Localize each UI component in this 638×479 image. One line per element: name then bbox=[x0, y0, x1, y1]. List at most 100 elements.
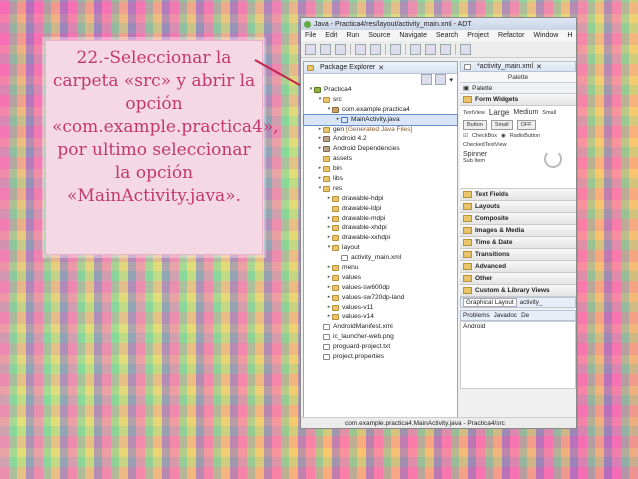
tree-item[interactable]: AndroidManifest.xml bbox=[304, 322, 457, 332]
folder-icon bbox=[332, 205, 339, 212]
palette-category[interactable]: Time & Date bbox=[460, 237, 576, 249]
tree-item-label: res bbox=[333, 184, 343, 192]
tree-item[interactable]: ▸ menu bbox=[304, 263, 457, 273]
tree-item[interactable]: ▾ Practica4 bbox=[304, 85, 457, 95]
tree-item[interactable]: ▸ Android 4.2 bbox=[304, 134, 457, 144]
tree-item[interactable]: ▾ src bbox=[304, 95, 457, 105]
palette-category[interactable]: Other bbox=[460, 273, 576, 285]
tree-item[interactable]: drawable-ldpi bbox=[304, 204, 457, 214]
tree-item[interactable]: ▸ MainActivity.java bbox=[303, 113, 458, 126]
widget-toggle[interactable]: OFF bbox=[516, 120, 536, 130]
tree-item[interactable]: ▸ values-v11 bbox=[304, 303, 457, 313]
menu-search[interactable]: Search bbox=[436, 32, 458, 39]
tab-problems[interactable]: Problems bbox=[463, 312, 490, 319]
open-type-icon[interactable] bbox=[460, 43, 471, 55]
tree-item-label: drawable-ldpi bbox=[342, 204, 382, 212]
palette-category[interactable]: Custom & Library Views bbox=[460, 285, 576, 297]
palette-bar[interactable]: ▣ Palette bbox=[460, 83, 576, 94]
close-icon[interactable]: ✕ bbox=[378, 64, 384, 72]
widget-textview[interactable]: TextView bbox=[463, 110, 485, 116]
tree-item-label: assets bbox=[333, 155, 353, 163]
views-tabs: Problems Javadoc De bbox=[460, 310, 576, 321]
new-icon[interactable] bbox=[305, 43, 316, 55]
tree-item[interactable]: activity_main.xml bbox=[304, 253, 457, 263]
tree-item[interactable]: ▸ drawable-mdpi bbox=[304, 214, 457, 224]
view-menu-icon[interactable]: ▾ bbox=[449, 76, 453, 84]
link-editor-icon[interactable] bbox=[435, 74, 447, 85]
menu-project[interactable]: Project bbox=[467, 32, 489, 39]
editor-tab-label: *activity_main.xml bbox=[477, 63, 534, 70]
tree-item[interactable]: ▾ layout bbox=[304, 243, 457, 253]
status-text: com.example.practica4.MainActivity.java … bbox=[345, 419, 505, 427]
debug-icon[interactable] bbox=[410, 43, 421, 55]
tree-item-label: project.properties bbox=[333, 353, 384, 361]
tree-item[interactable]: ▸ libs bbox=[304, 174, 457, 184]
menu-file[interactable]: File bbox=[305, 32, 316, 39]
menu-window[interactable]: Window bbox=[533, 32, 558, 39]
tree-item[interactable]: ▸ gen [Generated Java Files] bbox=[304, 125, 457, 135]
tree-item[interactable]: ▸ Android Dependencies bbox=[304, 144, 457, 154]
widget-medium[interactable]: Medium bbox=[513, 109, 538, 116]
widget-small[interactable]: Small bbox=[542, 110, 556, 116]
save-all-icon[interactable] bbox=[335, 43, 346, 55]
tab-javadoc[interactable]: Javadoc bbox=[494, 312, 517, 319]
palette-category[interactable]: Text Fields bbox=[460, 189, 576, 201]
menu-refactor[interactable]: Refactor bbox=[498, 32, 524, 39]
tree-item[interactable]: ic_launcher-web.png bbox=[304, 332, 457, 342]
folder-icon bbox=[463, 96, 472, 103]
category-form-widgets[interactable]: Form Widgets bbox=[460, 94, 576, 106]
tree-item[interactable]: project.properties bbox=[304, 352, 457, 362]
widget-small-button[interactable]: Small bbox=[490, 120, 513, 130]
tab-graphical-layout[interactable]: Graphical Layout bbox=[463, 298, 517, 307]
progress-spinner-icon[interactable] bbox=[544, 150, 562, 168]
widget-checked-textview[interactable]: CheckedTextView bbox=[463, 142, 507, 148]
android-sdk-icon[interactable] bbox=[355, 43, 366, 55]
tab-xml-source[interactable]: activity_ bbox=[520, 299, 543, 306]
tab-declaration[interactable]: De bbox=[521, 312, 529, 319]
close-icon[interactable]: ✕ bbox=[536, 63, 542, 71]
external-tools-icon[interactable] bbox=[440, 43, 451, 55]
folder-icon bbox=[332, 264, 339, 271]
folder-icon bbox=[323, 175, 330, 182]
lint-icon[interactable] bbox=[390, 43, 401, 55]
palette-category[interactable]: Advanced bbox=[460, 261, 576, 273]
palette-category[interactable]: Layouts bbox=[460, 201, 576, 213]
palette-category[interactable]: Composite bbox=[460, 213, 576, 225]
widget-button[interactable]: Button bbox=[463, 120, 487, 130]
widget-large[interactable]: Large bbox=[489, 108, 509, 117]
file-icon bbox=[341, 255, 348, 262]
folder-icon bbox=[323, 166, 330, 173]
tree-item[interactable]: ▸ drawable-xhdpi bbox=[304, 223, 457, 233]
palette-category[interactable]: Transitions bbox=[460, 249, 576, 261]
tree-item-label: values-v11 bbox=[342, 303, 374, 311]
tree-item[interactable]: ▾ res bbox=[304, 184, 457, 194]
avd-manager-icon[interactable] bbox=[370, 43, 381, 55]
tree-item[interactable]: ▸ drawable-xxhdpi bbox=[304, 233, 457, 243]
tree-item[interactable]: ▸ bin bbox=[304, 164, 457, 174]
package-explorer-tab[interactable]: Package Explorer ✕ bbox=[304, 62, 457, 74]
palette-category[interactable]: Images & Media bbox=[460, 225, 576, 237]
editor-tab[interactable]: *activity_main.xml ✕ bbox=[460, 61, 576, 72]
widget-spinner[interactable]: Spinner bbox=[463, 151, 487, 158]
tree-item[interactable]: ▸ values-v14 bbox=[304, 312, 457, 322]
menu-source[interactable]: Source bbox=[368, 32, 390, 39]
tree-item[interactable]: ▸ drawable-hdpi bbox=[304, 194, 457, 204]
menu-navigate[interactable]: Navigate bbox=[399, 32, 427, 39]
tree-item[interactable]: ▸ values bbox=[304, 273, 457, 283]
package-explorer-label: Package Explorer bbox=[320, 64, 376, 71]
menu-run[interactable]: Run bbox=[346, 32, 359, 39]
folder-icon bbox=[463, 275, 472, 282]
console-panel: Android bbox=[460, 321, 576, 389]
save-icon[interactable] bbox=[320, 43, 331, 55]
tree-item[interactable]: proguard-project.txt bbox=[304, 342, 457, 352]
tree-item[interactable]: assets bbox=[304, 154, 457, 164]
tree-item[interactable]: ▾ com.example.practica4 bbox=[304, 105, 457, 115]
run-icon[interactable] bbox=[425, 43, 436, 55]
collapse-all-icon[interactable] bbox=[421, 74, 433, 85]
menu-help[interactable]: H bbox=[567, 32, 572, 39]
widget-checkbox[interactable]: CheckBox bbox=[472, 133, 497, 139]
tree-item[interactable]: ▸ values-sw720dp-land bbox=[304, 293, 457, 303]
widget-radio[interactable]: RadioButton bbox=[510, 133, 540, 139]
tree-item[interactable]: ▸ values-sw600dp bbox=[304, 283, 457, 293]
menu-edit[interactable]: Edit bbox=[325, 32, 337, 39]
